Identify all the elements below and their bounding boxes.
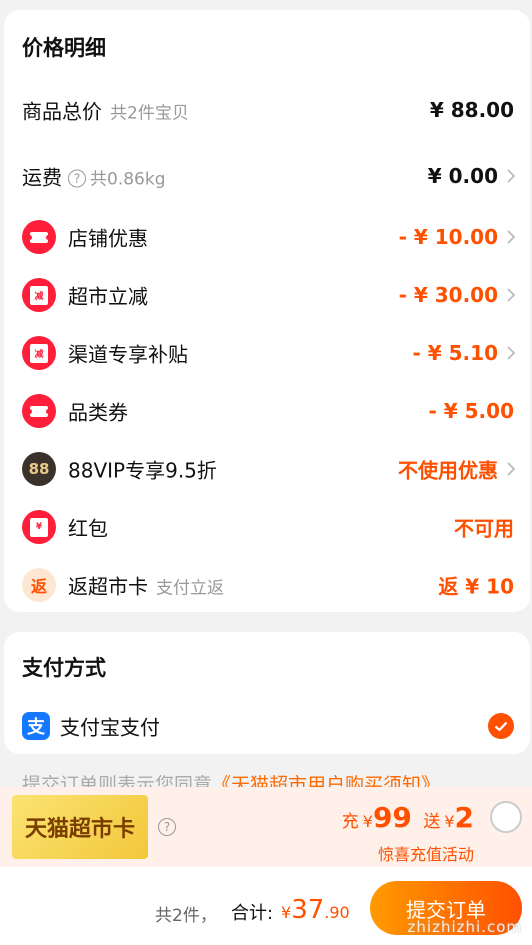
- question-icon[interactable]: ?: [68, 169, 86, 188]
- envelope-icon: 减: [22, 278, 56, 312]
- item-count: 共2件宝贝: [110, 103, 189, 124]
- row-channel-subsidy[interactable]: 减 渠道专享补贴 - ¥ 5.10: [4, 333, 530, 373]
- supermarket-discount-label: 超市立减: [68, 284, 148, 309]
- supermarket-discount-value: - ¥ 30.00: [398, 283, 498, 307]
- promo-offer: 充 ¥99 送 ¥2: [341, 801, 474, 834]
- row-store-discount[interactable]: 店铺优惠 - ¥ 10.00: [4, 217, 530, 257]
- chevron-right-icon: [507, 346, 516, 360]
- shipping-label: 运费: [22, 165, 62, 190]
- row-rebate-card[interactable]: 返 返超市卡 支付立返 返 ¥ 10: [4, 565, 530, 605]
- price-details-title: 价格明细: [22, 36, 106, 60]
- payment-method-alipay[interactable]: 支 支付宝支付: [4, 706, 530, 746]
- watermark: zhizhizhi.com: [407, 918, 522, 936]
- channel-subsidy-value: - ¥ 5.10: [412, 341, 499, 365]
- row-total-price: 商品总价 共2件宝贝 ¥ 88.00: [4, 90, 530, 130]
- 88vip-label: 88VIP专享9.5折: [68, 458, 217, 483]
- vip88-icon: 88: [22, 452, 56, 486]
- price-details-card: 价格明细 商品总价 共2件宝贝 ¥ 88.00 运费? 共0.86kg ¥ 0.00…: [4, 10, 530, 612]
- check-icon[interactable]: [488, 713, 514, 739]
- store-discount-label: 店铺优惠: [68, 226, 148, 251]
- rebate-card-sub: 支付立返: [156, 578, 224, 599]
- chevron-right-icon: [507, 169, 516, 183]
- alipay-label: 支付宝支付: [60, 715, 160, 740]
- total-amount: ¥37.90: [281, 895, 350, 925]
- rebate-card-label: 返超市卡: [68, 574, 148, 599]
- rebate-icon: 返: [22, 568, 56, 602]
- 88vip-value: 不使用优惠: [398, 458, 498, 483]
- red-packet-label: 红包: [68, 516, 108, 541]
- total-price-label: 商品总价: [22, 99, 102, 124]
- envelope-icon: 减: [22, 336, 56, 370]
- supermarket-card-promo[interactable]: 天猫超市卡 ? 充 ¥99 送 ¥2 惊喜充值活动: [0, 787, 532, 867]
- payment-title: 支付方式: [22, 656, 106, 680]
- row-category-coupon[interactable]: 品类券 - ¥ 5.00: [4, 391, 530, 431]
- channel-subsidy-label: 渠道专享补贴: [68, 342, 188, 367]
- chevron-right-icon: [507, 288, 516, 302]
- row-supermarket-discount[interactable]: 减 超市立减 - ¥ 30.00: [4, 275, 530, 315]
- total-label: 合计:: [231, 903, 274, 924]
- supermarket-card-badge: 天猫超市卡: [12, 795, 148, 859]
- alipay-icon: 支: [22, 712, 50, 740]
- rebate-card-value: 返 ¥ 10: [438, 574, 514, 599]
- row-red-packet[interactable]: ¥ 红包 不可用: [4, 507, 530, 547]
- store-discount-value: - ¥ 10.00: [398, 225, 498, 249]
- chevron-right-icon: [507, 462, 516, 476]
- promo-subtitle: 惊喜充值活动: [377, 845, 474, 864]
- category-coupon-value: - ¥ 5.00: [428, 399, 515, 423]
- red-packet-icon: ¥: [22, 510, 56, 544]
- row-shipping[interactable]: 运费? 共0.86kg ¥ 0.00: [4, 156, 530, 196]
- chevron-right-icon: [507, 230, 516, 244]
- red-packet-value: 不可用: [454, 516, 514, 541]
- item-count-footer: 共2件，: [155, 906, 217, 926]
- category-coupon-label: 品类券: [68, 400, 128, 425]
- row-88vip[interactable]: 88 88VIP专享9.5折 不使用优惠: [4, 449, 530, 489]
- shipping-weight: 共0.86kg: [90, 169, 166, 190]
- question-icon[interactable]: ?: [158, 818, 176, 836]
- shipping-value: ¥ 0.00: [427, 164, 498, 188]
- charge-amount: 99: [372, 801, 412, 834]
- total-price-value: ¥ 88.00: [429, 98, 514, 122]
- ticket-icon: [22, 220, 56, 254]
- gift-amount: 2: [454, 801, 474, 834]
- ticket-icon: [22, 394, 56, 428]
- payment-card: 支付方式 支 支付宝支付: [4, 632, 530, 754]
- promo-radio[interactable]: [490, 801, 522, 833]
